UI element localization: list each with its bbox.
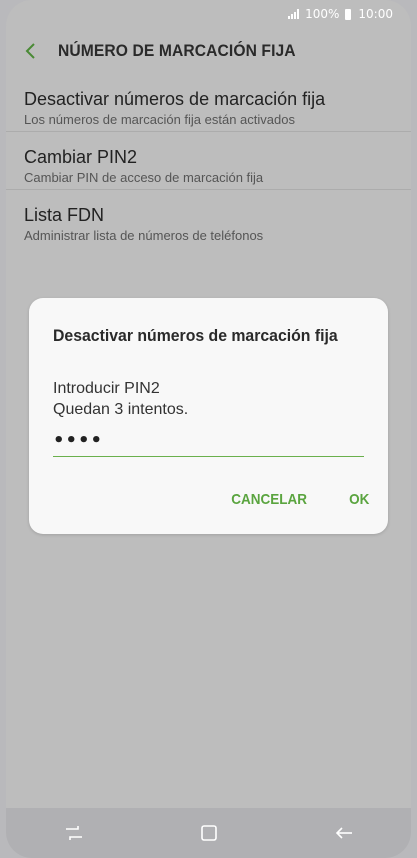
app-bar: NÚMERO DE MARCACIÓN FIJA <box>6 28 411 74</box>
settings-list: Desactivar números de marcación fija Los… <box>6 74 411 248</box>
signal-icon <box>288 9 300 19</box>
cancel-button[interactable]: CANCELAR <box>232 491 308 508</box>
pin-prompt: Introducir PIN2 <box>53 380 160 397</box>
back-arrow-icon[interactable] <box>314 813 374 853</box>
phone-frame: 100% 10:00 NÚMERO DE MARCACIÓN FIJA Desa… <box>0 0 417 858</box>
home-icon[interactable] <box>179 813 239 853</box>
list-item-title: Lista FDN <box>24 205 105 225</box>
list-item-change-pin2[interactable]: Cambiar PIN2 Cambiar PIN de acceso de ma… <box>6 132 411 190</box>
list-item-fdn-list[interactable]: Lista FDN Administrar lista de números d… <box>6 190 411 248</box>
list-item-subtitle: Cambiar PIN de acceso de marcación fija <box>24 170 264 185</box>
screen: 100% 10:00 NÚMERO DE MARCACIÓN FIJA Desa… <box>6 0 411 858</box>
dialog-message: Introducir PIN2 Quedan 3 intentos. <box>53 378 188 420</box>
recent-apps-icon[interactable] <box>44 813 104 853</box>
ok-button[interactable]: OK <box>349 491 369 508</box>
pin2-dialog: Desactivar números de marcación fija Int… <box>29 298 388 534</box>
dialog-title: Desactivar números de marcación fija <box>53 326 338 345</box>
clock: 10:00 <box>358 7 393 21</box>
pin2-input[interactable] <box>53 424 364 457</box>
list-item-subtitle: Administrar lista de números de teléfono… <box>24 228 264 243</box>
list-item-title: Desactivar números de marcación fija <box>24 89 326 109</box>
attempts-remaining: Quedan 3 intentos. <box>53 401 189 418</box>
dialog-actions: CANCELAR OK <box>227 491 370 508</box>
battery-percentage: 100% <box>305 7 340 21</box>
battery-icon <box>345 8 352 20</box>
status-bar: 100% 10:00 <box>6 0 411 28</box>
page-title: NÚMERO DE MARCACIÓN FIJA <box>58 41 296 60</box>
navigation-bar <box>6 808 411 858</box>
list-item-deactivate-fdn[interactable]: Desactivar números de marcación fija Los… <box>6 74 411 132</box>
chevron-left-icon[interactable] <box>8 28 54 74</box>
list-item-title: Cambiar PIN2 <box>24 147 138 167</box>
list-item-subtitle: Los números de marcación fija están acti… <box>24 112 295 127</box>
